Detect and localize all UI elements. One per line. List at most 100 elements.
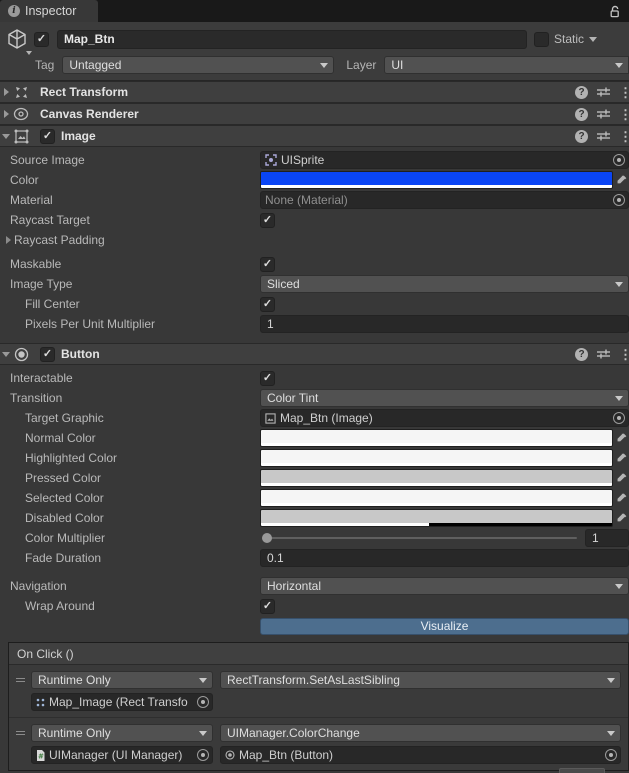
foldout-collapsed-icon[interactable] bbox=[2, 236, 14, 244]
property-label: Source Image bbox=[10, 153, 85, 167]
drag-handle-icon[interactable] bbox=[9, 678, 31, 682]
pressed-color-swatch[interactable] bbox=[260, 469, 613, 487]
wrap-around-checkbox[interactable] bbox=[260, 598, 275, 614]
layer-label: Layer bbox=[346, 58, 377, 72]
unlock-icon[interactable] bbox=[609, 5, 621, 18]
foldout-expanded-icon[interactable] bbox=[0, 351, 12, 357]
object-picker-icon[interactable] bbox=[605, 749, 617, 761]
selected-color-swatch[interactable] bbox=[260, 489, 613, 507]
button-enabled-checkbox[interactable] bbox=[40, 346, 55, 362]
raycast-target-checkbox[interactable] bbox=[260, 212, 275, 228]
image-component-icon bbox=[12, 129, 30, 144]
pixels-per-unit-row: Pixels Per Unit Multiplier 1 bbox=[0, 314, 629, 334]
eyedropper-icon[interactable] bbox=[613, 433, 629, 444]
help-icon[interactable]: ? bbox=[575, 347, 588, 361]
image-type-row: Image Type Sliced bbox=[0, 274, 629, 294]
highlighted-color-swatch[interactable] bbox=[260, 449, 613, 467]
object-picker-icon[interactable] bbox=[613, 194, 625, 206]
button-mini-icon bbox=[225, 750, 235, 760]
target-graphic-object-field[interactable]: Map_Btn (Image) bbox=[260, 409, 629, 427]
image-enabled-checkbox[interactable] bbox=[40, 128, 55, 144]
event-mode-dropdown[interactable]: Runtime Only bbox=[31, 671, 213, 689]
fade-duration-field[interactable]: 0.1 bbox=[260, 549, 629, 567]
eyedropper-icon[interactable] bbox=[613, 473, 629, 484]
event-list-footer-buttons[interactable] bbox=[559, 768, 605, 773]
button-component-header[interactable]: Button ? ⋮ bbox=[0, 343, 629, 365]
navigation-dropdown[interactable]: Horizontal bbox=[260, 577, 629, 595]
property-label: Interactable bbox=[10, 371, 73, 385]
static-checkbox[interactable] bbox=[534, 31, 549, 47]
fade-duration-row: Fade Duration 0.1 bbox=[0, 548, 629, 568]
dropdown-caret bbox=[199, 730, 207, 736]
event-function-dropdown[interactable]: UIManager.ColorChange bbox=[220, 724, 621, 742]
property-label: Normal Color bbox=[25, 431, 96, 445]
gameobject-name-field[interactable]: Map_Btn bbox=[57, 29, 527, 49]
eyedropper-icon[interactable] bbox=[613, 513, 629, 524]
property-label: Raycast Target bbox=[10, 213, 90, 227]
event-target-object-field[interactable]: Map_Image (Rect Transfo bbox=[31, 693, 213, 711]
material-row: Material None (Material) bbox=[0, 190, 629, 210]
gameobject-icon-caret bbox=[26, 51, 32, 55]
event-function-dropdown[interactable]: RectTransform.SetAsLastSibling bbox=[220, 671, 621, 689]
fill-center-checkbox[interactable] bbox=[260, 296, 275, 312]
drag-handle-icon[interactable] bbox=[9, 731, 31, 735]
kebab-menu-icon[interactable]: ⋮ bbox=[619, 108, 629, 121]
help-icon[interactable]: ? bbox=[575, 107, 588, 121]
property-label: Highlighted Color bbox=[25, 451, 118, 465]
presets-icon[interactable] bbox=[597, 348, 610, 360]
gameobject-active-checkbox[interactable] bbox=[34, 31, 49, 47]
canvas-renderer-icon bbox=[12, 107, 30, 121]
color-swatch[interactable] bbox=[260, 171, 613, 189]
help-icon[interactable]: ? bbox=[575, 129, 588, 143]
color-multiplier-slider[interactable] bbox=[260, 529, 579, 547]
kebab-menu-icon[interactable]: ⋮ bbox=[619, 348, 629, 361]
foldout-expanded-icon[interactable] bbox=[0, 133, 12, 139]
slider-knob[interactable] bbox=[262, 533, 272, 543]
transition-dropdown[interactable]: Color Tint bbox=[260, 389, 629, 407]
canvas-renderer-header[interactable]: Canvas Renderer ? ⋮ bbox=[0, 103, 629, 125]
eyedropper-icon[interactable] bbox=[613, 493, 629, 504]
static-dropdown-caret[interactable] bbox=[589, 36, 598, 42]
help-icon[interactable]: ? bbox=[575, 85, 588, 99]
tab-inspector[interactable]: i Inspector bbox=[0, 0, 98, 22]
object-picker-icon[interactable] bbox=[613, 412, 625, 424]
object-picker-icon[interactable] bbox=[613, 154, 625, 166]
property-label: Navigation bbox=[10, 579, 67, 593]
object-picker-icon[interactable] bbox=[197, 696, 209, 708]
presets-icon[interactable] bbox=[597, 86, 610, 98]
presets-icon[interactable] bbox=[597, 108, 610, 120]
visualize-button[interactable]: Visualize bbox=[260, 617, 629, 635]
highlighted-color-row: Highlighted Color bbox=[0, 448, 629, 468]
source-image-object-field[interactable]: UISprite bbox=[260, 151, 629, 169]
foldout-collapsed-icon[interactable] bbox=[0, 88, 12, 96]
maskable-checkbox[interactable] bbox=[260, 256, 275, 272]
static-label: Static bbox=[554, 32, 585, 46]
source-image-row: Source Image UISprite bbox=[0, 150, 629, 170]
presets-icon[interactable] bbox=[597, 130, 610, 142]
layer-dropdown[interactable]: UI bbox=[384, 56, 629, 74]
button-component-body: Interactable Transition Color Tint Targe… bbox=[0, 365, 629, 636]
kebab-menu-icon[interactable]: ⋮ bbox=[619, 86, 629, 99]
foldout-collapsed-icon[interactable] bbox=[0, 110, 12, 118]
rect-transform-header[interactable]: Rect Transform ? ⋮ bbox=[0, 81, 629, 103]
eyedropper-icon[interactable] bbox=[613, 453, 629, 464]
image-type-dropdown[interactable]: Sliced bbox=[260, 275, 629, 293]
event-argument-object-field[interactable]: Map_Btn (Button) bbox=[220, 746, 621, 764]
event-mode-dropdown[interactable]: Runtime Only bbox=[31, 724, 213, 742]
material-object-field[interactable]: None (Material) bbox=[260, 191, 629, 209]
event-target-object-field[interactable]: # UIManager (UI Manager) bbox=[31, 746, 213, 764]
image-component-header[interactable]: Image ? ⋮ bbox=[0, 125, 629, 147]
object-picker-icon[interactable] bbox=[197, 749, 209, 761]
disabled-color-swatch[interactable] bbox=[260, 509, 613, 527]
raycast-target-row: Raycast Target bbox=[0, 210, 629, 230]
pixels-per-unit-field[interactable]: 1 bbox=[260, 315, 629, 333]
color-multiplier-field[interactable]: 1 bbox=[585, 529, 629, 547]
gameobject-cube-icon[interactable] bbox=[0, 27, 34, 55]
color-multiplier-row: Color Multiplier 1 bbox=[0, 528, 629, 548]
inspector-window: i Inspector Map_Btn S bbox=[0, 0, 629, 773]
kebab-menu-icon[interactable]: ⋮ bbox=[619, 130, 629, 143]
eyedropper-icon[interactable] bbox=[613, 175, 629, 186]
tag-dropdown[interactable]: Untagged bbox=[62, 56, 335, 74]
interactable-checkbox[interactable] bbox=[260, 370, 275, 386]
normal-color-swatch[interactable] bbox=[260, 429, 613, 447]
